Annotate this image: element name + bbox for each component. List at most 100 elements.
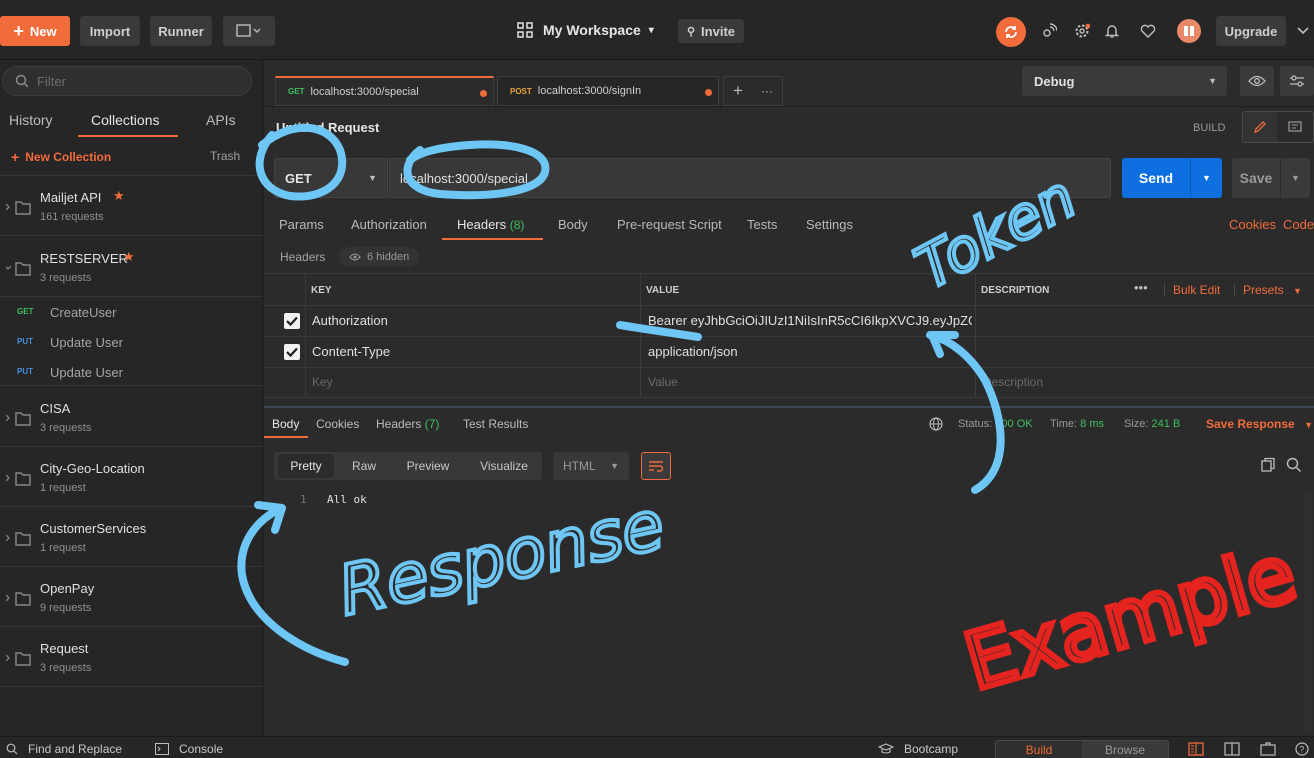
view-raw[interactable]: Raw [339, 452, 389, 480]
chevron-down-icon[interactable] [1296, 20, 1314, 42]
new-collection-button[interactable]: + New Collection [11, 149, 111, 165]
hidden-headers-toggle[interactable]: 6 hidden [339, 247, 420, 267]
settings-sliders-icon[interactable] [1280, 66, 1314, 96]
collection-item[interactable]: CISA 3 requests [0, 387, 262, 447]
request-item[interactable]: GET CreateUser [0, 297, 262, 327]
globe-icon[interactable] [929, 417, 943, 431]
response-body-text[interactable]: All ok [327, 493, 367, 506]
column-header-key: KEY [311, 285, 332, 296]
filter-input[interactable]: Filter [2, 66, 252, 96]
chevron-down-icon[interactable]: ▼ [1281, 173, 1310, 183]
request-tab[interactable]: GET localhost:3000/special [275, 76, 494, 106]
collection-item[interactable]: RESTSERVER ★ 3 requests [0, 237, 262, 297]
grid-icon [517, 22, 533, 38]
tab-apis[interactable]: APIs [206, 112, 236, 128]
trash-link[interactable]: Trash [210, 149, 240, 163]
header-key-field[interactable]: Content-Type [312, 344, 390, 359]
url-input[interactable]: localhost:3000/special [389, 158, 1111, 198]
tab-collections[interactable]: Collections [91, 112, 159, 128]
invite-button[interactable]: ⚲ Invite [678, 19, 744, 43]
column-header-description: DESCRIPTION [981, 285, 1050, 296]
tab-params[interactable]: Params [279, 217, 324, 232]
two-pane-icon[interactable] [1188, 742, 1204, 756]
upgrade-button[interactable]: Upgrade [1216, 16, 1286, 46]
heart-icon[interactable] [1135, 18, 1161, 44]
workspace-switcher[interactable]: My Workspace ▾ [517, 22, 654, 38]
new-window-button[interactable] [223, 16, 275, 46]
active-tab-indicator [442, 238, 543, 240]
satellite-icon[interactable] [1036, 18, 1062, 44]
tab-authorization[interactable]: Authorization [351, 217, 427, 232]
tab-headers[interactable]: Headers (8) [457, 217, 524, 232]
gear-icon[interactable] [1069, 18, 1095, 44]
save-response-button[interactable]: Save Response ▼ [1206, 417, 1313, 431]
comment-icon[interactable] [1277, 112, 1313, 142]
response-tab-cookies[interactable]: Cookies [316, 417, 359, 431]
folder-icon [6, 411, 34, 427]
method-select[interactable]: GET ▼ [274, 158, 388, 198]
tab-history[interactable]: History [9, 112, 53, 128]
avatar[interactable] [1177, 19, 1201, 43]
view-visualize[interactable]: Visualize [471, 452, 537, 480]
help-icon[interactable]: ? [1294, 742, 1310, 756]
request-tab[interactable]: POST localhost:3000/signIn [497, 76, 719, 106]
search-icon[interactable] [1286, 457, 1302, 473]
bootcamp-button[interactable]: Bootcamp [878, 742, 958, 756]
console-button[interactable]: Console [155, 742, 223, 756]
format-select[interactable]: HTML ▼ [553, 452, 629, 480]
header-value-field[interactable]: Bearer eyJhbGciOiJIUzI1NiIsInR5cCI6IkpXV… [648, 313, 972, 328]
plus-icon[interactable]: + [733, 81, 743, 101]
find-replace-button[interactable]: Find and Replace [6, 742, 122, 756]
header-value-field[interactable]: application/json [648, 344, 738, 359]
new-description-field[interactable]: Description [983, 375, 1043, 389]
collection-item[interactable]: City-Geo-Location 1 request [0, 447, 262, 507]
import-button[interactable]: Import [80, 16, 140, 46]
cookies-link[interactable]: Cookies [1229, 217, 1276, 232]
response-tab-body[interactable]: Body [272, 417, 299, 431]
response-tab-test-results[interactable]: Test Results [463, 417, 528, 431]
header-key-field[interactable]: Authorization [312, 313, 388, 328]
request-item[interactable]: PUT Update User [0, 357, 262, 387]
request-item[interactable]: PUT Update User [0, 327, 262, 357]
view-preview[interactable]: Preview [395, 452, 461, 480]
wrap-lines-icon[interactable] [641, 452, 671, 480]
header-enabled-checkbox[interactable] [284, 313, 300, 329]
eye-icon[interactable] [1240, 66, 1274, 96]
code-link[interactable]: Code [1283, 217, 1314, 232]
columns-icon[interactable] [1224, 742, 1240, 756]
sync-icon[interactable] [996, 17, 1026, 47]
pane-divider[interactable] [264, 406, 1314, 408]
more-icon[interactable]: ••• [1134, 280, 1148, 295]
new-value-field[interactable]: Value [648, 375, 678, 389]
runner-button[interactable]: Runner [150, 16, 212, 46]
request-title[interactable]: Untitled Request [276, 120, 379, 135]
new-button[interactable]: + New [0, 16, 70, 46]
collection-item[interactable]: Request 3 requests [0, 627, 262, 687]
bell-icon[interactable] [1099, 18, 1125, 44]
save-button[interactable]: Save ▼ [1232, 158, 1310, 198]
collection-item[interactable]: CustomerServices 1 request [0, 507, 262, 567]
copy-icon[interactable] [1260, 457, 1276, 473]
response-tab-headers[interactable]: Headers (7) [376, 417, 439, 431]
keyboard-icon[interactable] [1260, 742, 1276, 756]
view-pretty[interactable]: Pretty [278, 454, 334, 478]
chevron-down-icon[interactable]: ▼ [1191, 173, 1222, 183]
tab-prerequest-script[interactable]: Pre-request Script [617, 217, 722, 232]
tab-tests[interactable]: Tests [747, 217, 777, 232]
collection-item[interactable]: Mailjet API ★ 161 requests [0, 176, 262, 236]
new-key-field[interactable]: Key [312, 375, 333, 389]
tab-settings[interactable]: Settings [806, 217, 853, 232]
presets-dropdown[interactable]: Presets ▼ [1243, 283, 1302, 297]
pencil-icon[interactable] [1243, 112, 1277, 142]
send-button[interactable]: Send ▼ [1122, 158, 1222, 198]
build-toggle[interactable]: Build [996, 741, 1082, 758]
bulk-edit-link[interactable]: Bulk Edit [1173, 283, 1220, 297]
environment-select[interactable]: Debug ▼ [1022, 66, 1227, 96]
more-icon[interactable]: ··· [761, 84, 773, 98]
divider [0, 385, 262, 386]
collection-item[interactable]: OpenPay 9 requests [0, 567, 262, 627]
tab-body[interactable]: Body [558, 217, 588, 232]
browse-toggle[interactable]: Browse [1082, 741, 1168, 758]
header-enabled-checkbox[interactable] [284, 344, 300, 360]
scrollbar[interactable] [1304, 490, 1312, 730]
